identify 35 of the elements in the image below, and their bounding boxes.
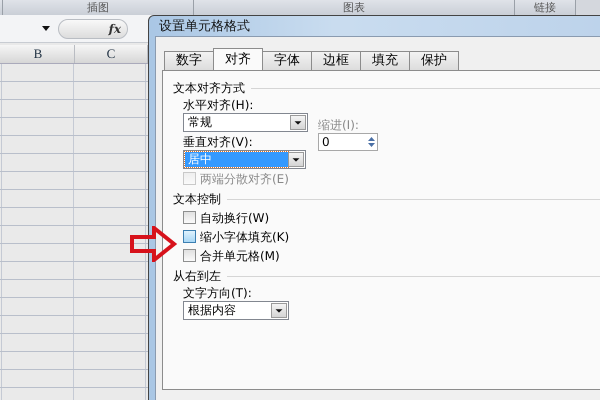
tab[interactable]: 填充	[360, 51, 410, 71]
section-heading: 文本对齐方式	[173, 80, 245, 96]
horizontal-align-dropdown[interactable]: 常规	[183, 113, 308, 132]
dropdown-caret-icon	[288, 152, 304, 167]
tab[interactable]: 边框	[311, 51, 361, 71]
arrow-icon	[130, 226, 178, 262]
checkbox[interactable]	[183, 249, 196, 262]
checkbox-label: 自动换行(W)	[200, 210, 270, 226]
dropdown-caret-icon	[271, 303, 287, 318]
checkbox-label: 合并单元格(M)	[200, 248, 280, 264]
tab[interactable]: 对齐	[213, 48, 263, 70]
insert-function-button[interactable]: fx	[108, 22, 121, 36]
text-direction-dropdown[interactable]: 根据内容	[183, 301, 289, 320]
field-label: 垂直对齐(V):	[183, 134, 254, 150]
column-header[interactable]: B	[2, 45, 75, 63]
checkbox[interactable]	[183, 211, 196, 224]
ribbon-group-label: 图表	[194, 0, 515, 15]
field-label: 缩进(I):	[318, 117, 360, 133]
tab[interactable]: 字体	[262, 51, 312, 71]
dialog-title: 设置单元格格式	[158, 18, 251, 36]
dropdown-caret-icon	[290, 115, 306, 130]
field-label: 文字方向(T):	[183, 285, 253, 301]
field-label: 水平对齐(H):	[183, 97, 254, 113]
checkbox-label: 缩小字体填充(K)	[200, 228, 290, 244]
spin-arrows-icon	[366, 135, 377, 149]
checkbox[interactable]	[183, 230, 196, 243]
section-heading: 从右到左	[173, 268, 221, 284]
section-heading: 文本控制	[173, 190, 221, 208]
checkbox-label: 两端分散对齐(E)	[200, 170, 289, 186]
tab[interactable]: 数字	[164, 51, 214, 71]
ribbon-group-label: 链接	[515, 0, 576, 15]
ribbon-group-label: 插图	[3, 0, 194, 15]
tab[interactable]: 保护	[409, 51, 459, 71]
dropdown-caret-icon[interactable]	[42, 26, 50, 31]
indent-spinner[interactable]: 0	[318, 133, 378, 151]
